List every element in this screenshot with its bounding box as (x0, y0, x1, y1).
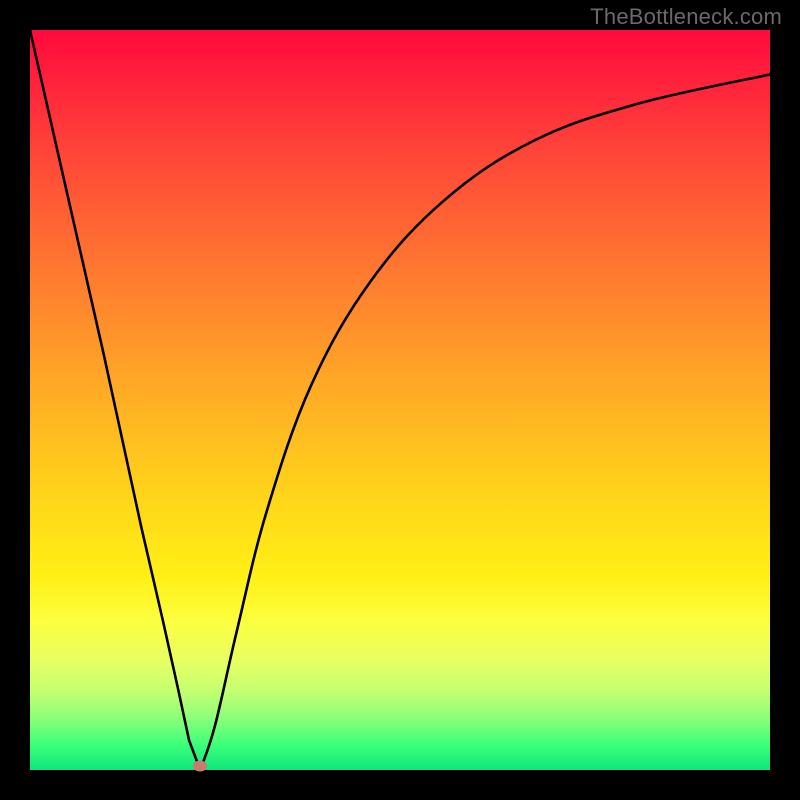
optimal-point-marker (193, 761, 207, 772)
plot-area (30, 30, 770, 770)
bottleneck-curve (30, 30, 770, 770)
chart-frame: TheBottleneck.com (0, 0, 800, 800)
watermark-label: TheBottleneck.com (590, 4, 782, 30)
